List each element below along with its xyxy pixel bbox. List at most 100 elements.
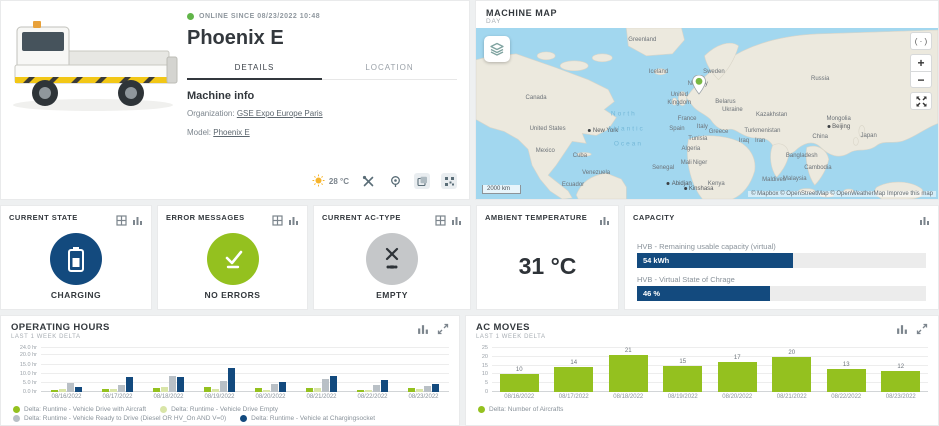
bar-value-label: 12 <box>897 364 904 370</box>
no-errors-circle <box>207 233 259 285</box>
bar-chart-icon[interactable] <box>417 322 429 340</box>
bar <box>228 368 235 392</box>
map-controls: ( · ) + − <box>910 32 932 110</box>
tab-location[interactable]: LOCATION <box>322 56 457 79</box>
weather-widget: 28 °C <box>312 174 349 189</box>
y-tick-label: 10.0 hr <box>20 371 41 377</box>
legend-label: Delta: Number of Aircrafts <box>489 406 563 413</box>
x-axis-label: 08/16/2022 <box>492 394 547 400</box>
legend-label: Delta: Runtime - Vehicle Ready to Drive … <box>24 415 226 422</box>
x-axis-label: 08/22/2022 <box>819 394 874 400</box>
capacity-bar-label: HVB - Remaining usable capacity (virtual… <box>637 242 926 251</box>
model-label: Model: <box>187 128 213 137</box>
legend-item: Delta: Number of Aircrafts <box>478 406 563 413</box>
bar-group <box>143 348 194 392</box>
current-state-value: CHARGING <box>51 290 101 300</box>
bar-chart-icon[interactable] <box>599 213 610 231</box>
sun-icon <box>312 174 325 189</box>
bar <box>263 390 270 392</box>
bar-chart-icon[interactable] <box>451 213 462 231</box>
capacity-tile: CAPACITY HVB - Remaining usable capacity… <box>624 205 939 310</box>
machine-info-title: Machine info <box>187 90 457 102</box>
battery-icon <box>65 246 87 272</box>
vehicle-image <box>3 5 183 117</box>
zoom-in-button[interactable]: + <box>910 54 932 71</box>
map-scale: 2000 km <box>482 185 521 194</box>
bar-chart-icon[interactable] <box>288 213 299 231</box>
legend-item: Delta: Runtime - Vehicle at Chargingsock… <box>240 415 375 422</box>
weather-temp: 28 °C <box>329 177 349 186</box>
location-pin-icon[interactable] <box>387 173 403 189</box>
model-line: Model: Phoenix E <box>187 128 457 137</box>
expand-icon[interactable] <box>916 322 928 340</box>
zoom-out-button[interactable]: − <box>910 71 932 88</box>
bar <box>212 389 219 392</box>
bar-slot: 15 <box>656 348 711 392</box>
table-view-icon[interactable] <box>272 213 283 231</box>
charging-state-circle <box>50 233 102 285</box>
soc-bar-label: HVB - Virtual State of Chrage <box>637 275 926 284</box>
bar-slot: 17 <box>710 348 765 392</box>
legend-item: Delta: Runtime - Vehicle Drive Empty <box>160 406 278 413</box>
bar <box>204 387 211 392</box>
gallery-icon[interactable] <box>414 173 430 189</box>
ambient-temperature-tile: AMBIENT TEMPERATURE 31 °C <box>476 205 619 310</box>
machine-location-marker[interactable] <box>692 75 706 100</box>
page-title: Phoenix E <box>187 27 457 50</box>
bar-group <box>194 348 245 392</box>
bar <box>373 385 380 392</box>
bar-chart-icon[interactable] <box>919 213 930 231</box>
map-canvas[interactable]: GreenlandCanadaUnited StatesNew YorkMexi… <box>476 28 938 199</box>
ac-moves-subtitle: LAST 1 WEEK DELTA <box>476 334 546 340</box>
bar-chart-icon[interactable] <box>896 322 908 340</box>
bar-group <box>92 348 143 392</box>
y-tick-label: 5 <box>485 380 492 386</box>
map-layers-button[interactable] <box>484 36 510 62</box>
map-attribution[interactable]: © Mapbox © OpenStreetMap © OpenWeatherMa… <box>748 191 936 197</box>
map-title: MACHINE MAP <box>486 8 928 18</box>
ac-type-tile: CURRENT AC-TYPE EMPTY <box>313 205 471 310</box>
maintenance-tools-icon[interactable] <box>360 173 376 189</box>
bar <box>827 369 866 392</box>
organization-link[interactable]: GSE Expo Europe Paris <box>237 109 323 118</box>
y-tick-label: 20 <box>482 354 492 360</box>
fullscreen-button[interactable] <box>910 92 932 110</box>
legend-label: Delta: Runtime - Vehicle Drive with Airc… <box>24 406 146 413</box>
x-axis-label: 08/21/2022 <box>296 394 347 400</box>
qr-code-icon[interactable] <box>441 173 457 189</box>
bar <box>255 388 262 392</box>
operating-hours-x-axis: 08/16/202208/17/202208/18/202208/19/2022… <box>41 394 449 400</box>
bar <box>381 380 388 392</box>
bar <box>365 390 372 392</box>
table-view-icon[interactable] <box>435 213 446 231</box>
x-axis-label: 08/22/2022 <box>347 394 398 400</box>
x-axis-label: 08/18/2022 <box>143 394 194 400</box>
bar-value-label: 14 <box>570 360 577 366</box>
table-view-icon[interactable] <box>116 213 127 231</box>
bar-chart-icon[interactable] <box>132 213 143 231</box>
ac-moves-title: AC MOVES <box>476 322 546 333</box>
model-link[interactable]: Phoenix E <box>213 128 249 137</box>
tab-details[interactable]: DETAILS <box>187 56 322 80</box>
ambient-temperature-value: 31 °C <box>519 253 577 280</box>
machine-details-card: ONLINE SINCE 08/23/2022 10:48 Phoenix E … <box>0 0 470 200</box>
machine-info-block: Machine info Organization: GSE Expo Euro… <box>187 80 457 137</box>
operating-hours-chart-card: OPERATING HOURS LAST 1 WEEK DELTA 0.0 hr… <box>0 315 460 426</box>
bar <box>126 377 133 392</box>
expand-icon[interactable] <box>437 322 449 340</box>
bar-slot: 12 <box>874 348 929 392</box>
legend-dot <box>13 415 20 422</box>
organization-line: Organization: GSE Expo Europe Paris <box>187 109 457 118</box>
geolocate-button[interactable]: ( · ) <box>910 32 932 50</box>
x-axis-label: 08/17/2022 <box>92 394 143 400</box>
bar <box>161 387 168 393</box>
operating-hours-legend: Delta: Runtime - Vehicle Drive with Airc… <box>11 406 449 422</box>
bar <box>67 383 74 392</box>
x-axis-label: 08/20/2022 <box>710 394 765 400</box>
y-tick-label: 15 <box>482 363 492 369</box>
bar-value-label: 13 <box>843 362 850 368</box>
legend-dot <box>478 406 485 413</box>
online-status-dot <box>187 13 194 20</box>
y-tick-label: 25 <box>482 345 492 351</box>
y-tick-label: 0.0 hr <box>23 389 41 395</box>
